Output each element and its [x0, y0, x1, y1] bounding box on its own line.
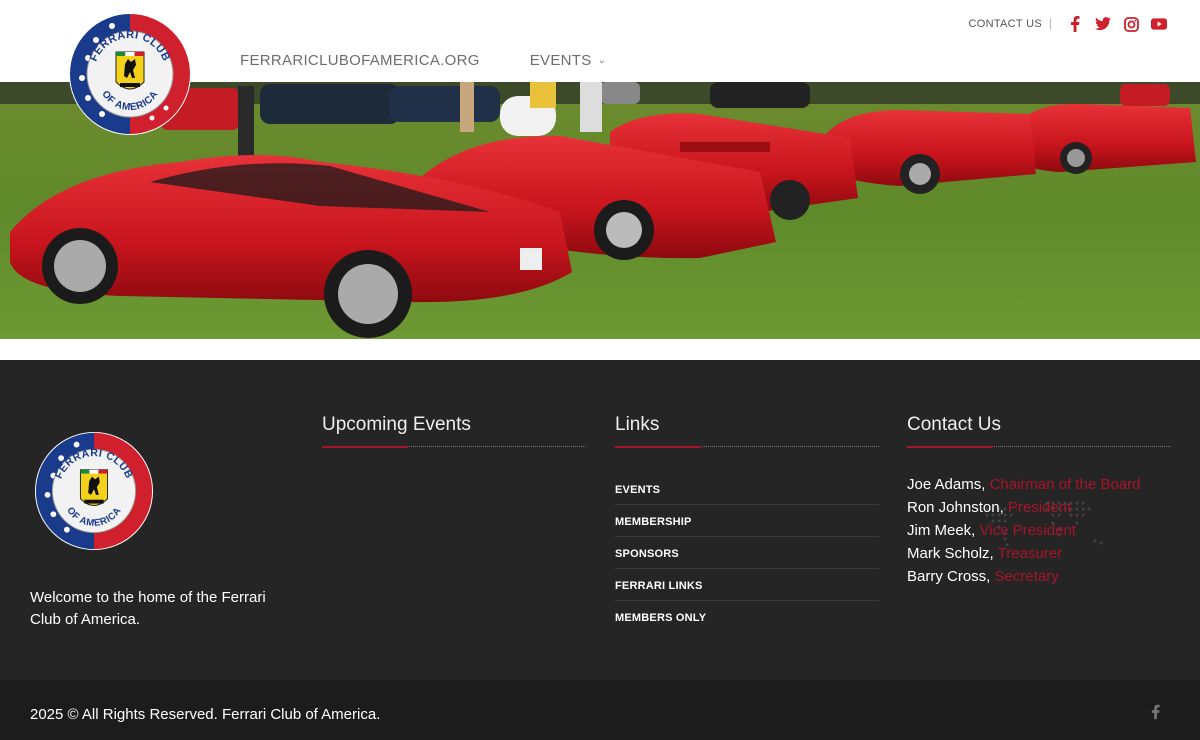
divider — [1050, 18, 1051, 30]
contact-role: President — [1007, 499, 1072, 516]
footer-links-list: EVENTS MEMBERSHIP SPONSORS FERRARI LINKS… — [615, 473, 879, 632]
site-logo[interactable]: FERRARI CLUB OF AMERICA — [68, 12, 192, 136]
nav-events-label: EVENTS — [529, 52, 592, 69]
contact-row: Mark Scholz, Treasurer — [907, 542, 1171, 565]
contact-role: Chairman of the Board — [989, 476, 1141, 493]
facebook-icon[interactable] — [1067, 16, 1083, 32]
contact-name: Ron Johnston, — [907, 499, 1004, 516]
section-divider — [322, 446, 586, 448]
links-title: Links — [615, 414, 660, 435]
footer-link-membership[interactable]: MEMBERSHIP — [615, 516, 692, 528]
contact-us-link[interactable]: CONTACT US — [969, 18, 1043, 30]
contact-row: Joe Adams, Chairman of the Board — [907, 473, 1171, 496]
contact-name: Jim Meek, — [907, 522, 976, 539]
upcoming-events-title: Upcoming Events — [322, 414, 471, 435]
contact-name: Joe Adams, — [907, 476, 986, 493]
list-item: FERRARI LINKS — [615, 569, 879, 601]
footer-link-ferrari-links[interactable]: FERRARI LINKS — [615, 580, 703, 592]
bottom-bar: 2025 © All Rights Reserved. Ferrari Club… — [0, 680, 1200, 740]
list-item: EVENTS — [615, 473, 879, 505]
main-nav: FERRARICLUBOFAMERICA.ORG EVENTS ⌄ — [240, 52, 656, 69]
footer-link-members-only[interactable]: MEMBERS ONLY — [615, 612, 706, 624]
footer-link-events[interactable]: EVENTS — [615, 484, 660, 496]
section-divider — [615, 446, 879, 448]
contact-name: Barry Cross, — [907, 568, 991, 585]
site-footer: FERRARI CLUB OF AMERICA Welcome to the h… — [0, 360, 1200, 680]
nav-events-link[interactable]: EVENTS ⌄ — [530, 52, 607, 69]
list-item: MEMBERSHIP — [615, 505, 879, 537]
upcoming-events-section: Upcoming Events — [322, 414, 586, 448]
nav-home-label: FERRARICLUBOFAMERICA.ORG — [240, 52, 480, 69]
contact-row: Barry Cross, Secretary — [907, 565, 1171, 588]
footer-link-sponsors[interactable]: SPONSORS — [615, 548, 679, 560]
contact-role: Treasurer — [997, 545, 1063, 562]
section-divider — [907, 446, 1171, 448]
instagram-icon[interactable] — [1123, 16, 1139, 32]
contact-list: Joe Adams, Chairman of the Board Ron Joh… — [907, 473, 1171, 588]
contact-section: Contact Us Joe Adams, Chairman of the Bo… — [907, 414, 1171, 588]
nav-home-link[interactable]: FERRARICLUBOFAMERICA.ORG — [240, 52, 480, 69]
contact-role: Secretary — [994, 568, 1059, 585]
contact-row: Jim Meek, Vice President — [907, 519, 1171, 542]
welcome-text: Welcome to the home of the Ferrari Club … — [30, 589, 266, 628]
links-section: Links EVENTS MEMBERSHIP SPONSORS FERRARI… — [615, 414, 879, 632]
youtube-icon[interactable] — [1151, 16, 1167, 32]
social-links — [1067, 16, 1167, 32]
copyright-text: 2025 © All Rights Reserved. Ferrari Club… — [30, 706, 381, 723]
twitter-icon[interactable] — [1095, 16, 1111, 32]
list-item: MEMBERS ONLY — [615, 601, 879, 632]
contact-name: Mark Scholz, — [907, 545, 994, 562]
facebook-icon[interactable] — [1151, 704, 1165, 722]
contact-title: Contact Us — [907, 414, 1001, 435]
list-item: SPONSORS — [615, 537, 879, 569]
chevron-down-icon: ⌄ — [597, 55, 607, 66]
top-right-bar: CONTACT US — [969, 16, 1167, 32]
footer-logo: FERRARI CLUB OF AMERICA — [34, 431, 154, 551]
contact-role: Vice President — [979, 522, 1076, 539]
contact-row: Ron Johnston, President — [907, 496, 1171, 519]
